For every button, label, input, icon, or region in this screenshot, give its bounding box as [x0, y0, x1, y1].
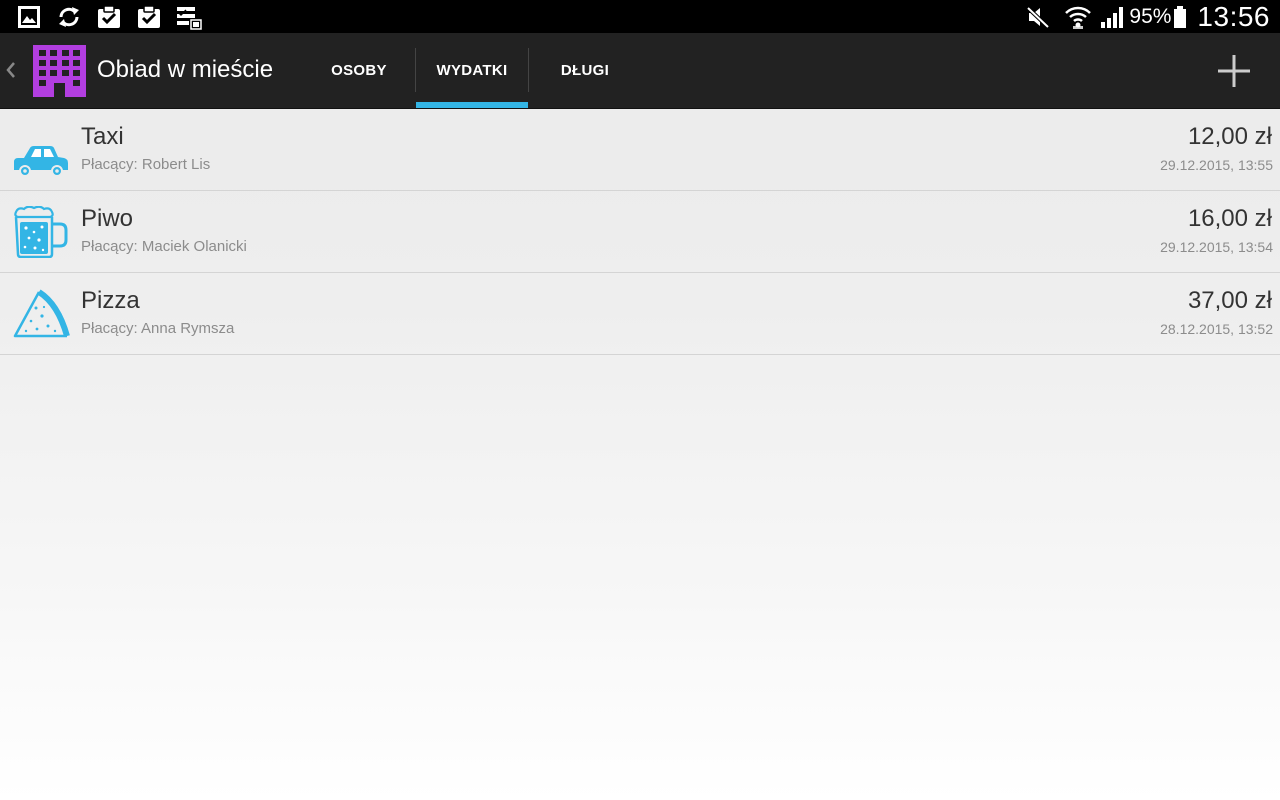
checklist-icon — [177, 7, 202, 30]
add-expense-button[interactable] — [1214, 51, 1254, 91]
signal-icon — [1101, 6, 1124, 28]
back-chevron-icon[interactable] — [3, 55, 17, 85]
battery-icon — [1174, 5, 1187, 28]
expense-amount: 16,00 zł — [1187, 205, 1272, 232]
action-bar: Obiad w mieście OSOBY WYDATKI DŁUGI — [0, 33, 1280, 109]
system-status: 95% 13:56 — [1025, 0, 1270, 33]
selected-tab-indicator — [416, 102, 528, 108]
gallery-icon — [18, 6, 40, 28]
expense-item-piwo[interactable]: Piwo Płacący: Maciek Olanicki 16,00 zł 2… — [0, 191, 1280, 273]
expense-name: Piwo — [81, 205, 134, 232]
expense-amount: 37,00 zł — [1187, 287, 1272, 314]
clipboard-check-icon — [138, 5, 160, 28]
car-icon — [14, 146, 68, 176]
group-title: Obiad w mieście — [97, 56, 274, 83]
expense-date: 29.12.2015, 13:54 — [1160, 239, 1273, 255]
expense-date: 29.12.2015, 13:55 — [1160, 157, 1273, 173]
expense-payer: Płacący: Anna Rymsza — [81, 320, 235, 337]
tab-label: DŁUGI — [560, 62, 610, 79]
tab-osoby[interactable]: OSOBY — [303, 33, 415, 108]
tab-label: OSOBY — [331, 62, 387, 79]
pizza-slice-icon — [13, 289, 70, 338]
sync-icon — [59, 7, 79, 27]
expense-list: Taxi Płacący: Robert Lis 12,00 zł 29.12.… — [0, 109, 1280, 355]
expense-date: 28.12.2015, 13:52 — [1160, 321, 1273, 337]
expense-item-pizza[interactable]: Pizza Płacący: Anna Rymsza 37,00 zł 28.1… — [0, 273, 1280, 355]
tab-wydatki[interactable]: WYDATKI — [416, 33, 528, 108]
tab-dlugi[interactable]: DŁUGI — [529, 33, 641, 108]
expense-name: Pizza — [81, 287, 140, 314]
expense-item-taxi[interactable]: Taxi Płacący: Robert Lis 12,00 zł 29.12.… — [0, 109, 1280, 191]
wifi-icon — [1065, 6, 1092, 29]
clipboard-check-icon — [98, 5, 120, 28]
expense-payer: Płacący: Maciek Olanicki — [81, 238, 247, 255]
clock: 13:56 — [1197, 0, 1270, 32]
expense-amount: 12,00 zł — [1187, 123, 1272, 150]
mute-icon — [1027, 6, 1050, 28]
status-bar: 95% 13:56 — [0, 0, 1280, 33]
expense-name: Taxi — [81, 123, 124, 150]
tab-label: WYDATKI — [436, 62, 508, 79]
beer-mug-icon — [14, 206, 68, 258]
tab-bar: OSOBY WYDATKI DŁUGI — [303, 33, 641, 108]
battery-percent: 95% — [1129, 4, 1172, 28]
building-icon[interactable] — [33, 45, 86, 97]
expense-payer: Płacący: Robert Lis — [81, 156, 211, 173]
notification-icons — [16, 4, 202, 30]
